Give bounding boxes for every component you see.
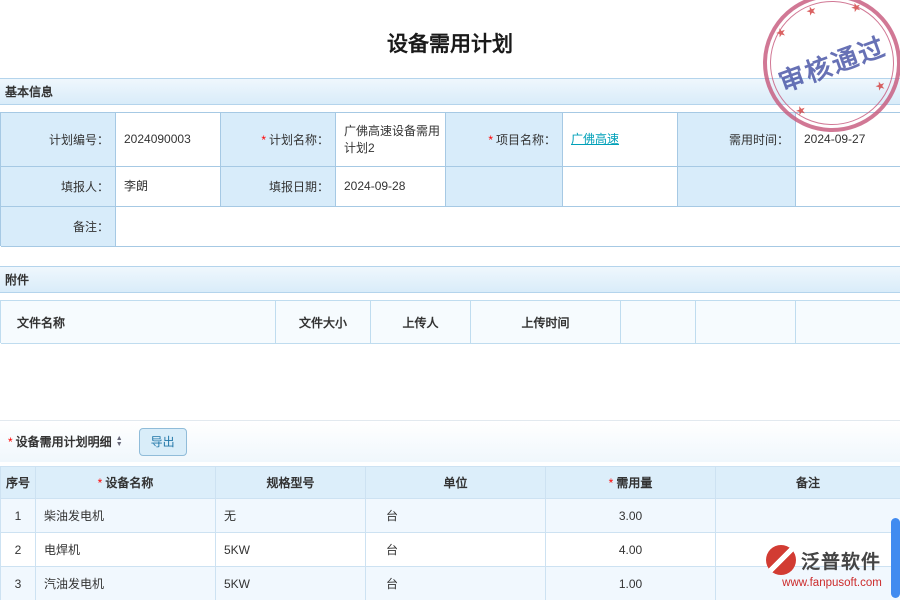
reporter-value-cell: 李朗 [116,167,221,207]
required-mark: * [261,133,266,147]
project-name-value-cell: 广佛高速 [563,113,678,167]
page-title: 设备需用计划 [0,28,900,58]
equipment-plan-page: 设备需用计划 审核通过 ★ ★ ★ ★ ★ 基本信息 计划编号： 2024090… [0,0,900,600]
star-icon: ★ [804,3,819,20]
detail-cell-quantity: 4.00 [546,533,716,567]
remark-value-cell [116,207,900,247]
attachments-header-uploader: 上传人 [371,301,471,344]
attachments-header-empty [621,301,696,344]
reporter-label-cell: 填报人： [1,167,116,207]
brand-website: www.fanpusoft.com [766,577,898,589]
required-mark: * [98,476,103,490]
required-mark: * [8,435,13,449]
export-button[interactable]: 导出 [139,428,187,456]
detail-cell-spec: 5KW [216,567,366,600]
detail-section-bar: * 设备需用计划明细 ▲ ▼ 导出 [0,420,900,462]
attachments-header-uploadtime: 上传时间 [471,301,621,344]
detail-cell-unit: 台 [366,567,546,600]
detail-cell-seq: 1 [1,499,36,533]
star-icon: ★ [849,0,864,16]
required-mark: * [488,133,493,147]
section-title: 基本信息 [5,83,53,100]
detail-cell-unit: 台 [366,533,546,567]
need-time-value-cell: 2024-09-27 [796,113,900,167]
brand-name: 泛普软件 [801,547,881,574]
detail-cell-remark [716,499,900,533]
vertical-scrollbar-thumb[interactable] [891,518,900,598]
need-time-label-cell: 需用时间： [678,113,796,167]
detail-cell-unit: 台 [366,499,546,533]
footer-brand: 泛普软件 www.fanpusoft.com [766,545,898,589]
report-date-value-cell: 2024-09-28 [336,167,446,207]
fanpu-logo-icon [766,545,796,575]
project-name-label-cell: * 项目名称： [446,113,563,167]
attachments-header-empty [796,301,900,344]
plan-name-value-cell: 广佛高速设备需用计划2 [336,113,446,167]
sort-down-icon: ▼ [116,442,123,448]
empty-value-cell [796,167,900,207]
attachments-table: 文件名称 文件大小 上传人 上传时间 [0,300,900,343]
empty-value-cell [563,167,678,207]
plan-no-label-cell: 计划编号： [1,113,116,167]
attachments-header-filename: 文件名称 [1,301,276,344]
detail-header-unit: 单位 [366,467,546,499]
section-header-basic-info: 基本信息 [0,78,900,105]
detail-header-spec: 规格型号 [216,467,366,499]
detail-cell-seq: 2 [1,533,36,567]
required-mark: * [609,476,614,490]
project-link[interactable]: 广佛高速 [571,131,619,147]
remark-label-cell: 备注： [1,207,116,247]
empty-label-cell [446,167,563,207]
detail-cell-equipment-name: 柴油发电机 [36,499,216,533]
detail-cell-equipment-name: 电焊机 [36,533,216,567]
basic-info-table: 计划编号： 2024090003 * 计划名称： 广佛高速设备需用计划2 * 项… [0,112,900,246]
detail-table: 序号 * 设备名称 规格型号 单位 * 需用量 备注 1 柴油发电机 无 台 [0,466,900,600]
attachments-header-filesize: 文件大小 [276,301,371,344]
detail-cell-seq: 3 [1,567,36,600]
detail-header-seq: 序号 [1,467,36,499]
detail-cell-quantity: 3.00 [546,499,716,533]
section-header-attachments: 附件 [0,266,900,293]
detail-cell-spec: 5KW [216,533,366,567]
empty-label-cell [678,167,796,207]
sort-icon[interactable]: ▲ ▼ [116,436,123,448]
detail-header-quantity: * 需用量 [546,467,716,499]
detail-section-title: 设备需用计划明细 [16,433,112,450]
detail-header-equipment-name: * 设备名称 [36,467,216,499]
detail-header-remark: 备注 [716,467,900,499]
plan-no-value-cell: 2024090003 [116,113,221,167]
detail-cell-quantity: 1.00 [546,567,716,600]
attachments-header-empty [696,301,796,344]
detail-cell-equipment-name: 汽油发电机 [36,567,216,600]
section-title: 附件 [5,271,29,288]
report-date-label-cell: 填报日期： [221,167,336,207]
detail-cell-spec: 无 [216,499,366,533]
plan-name-label-cell: * 计划名称： [221,113,336,167]
